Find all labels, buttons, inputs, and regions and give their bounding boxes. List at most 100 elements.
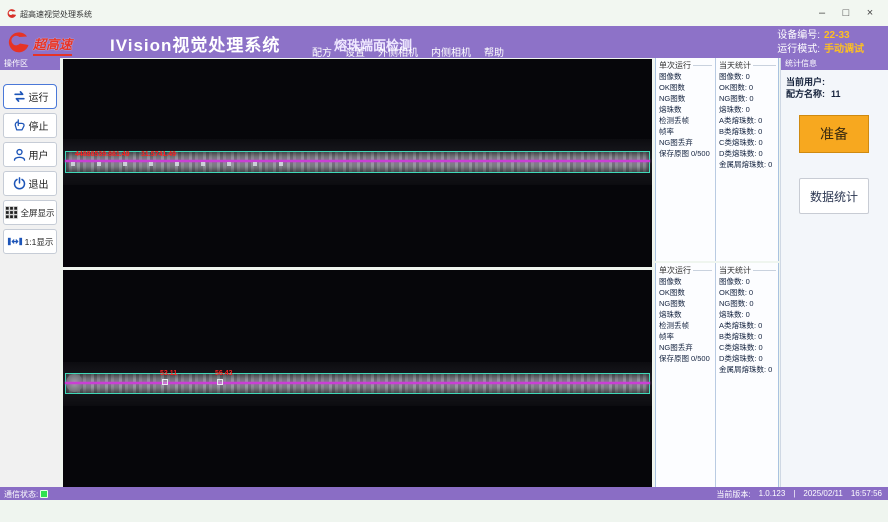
stat-row: OK图数 [656,82,714,93]
device-id-label: 设备编号: [777,30,820,41]
user-icon [12,147,27,162]
stat-row: NG图数:0 [716,93,778,104]
stat-row: A类熔珠数:0 [716,115,778,126]
stat-row: 图像数 [656,71,714,82]
today-column: 当天统计 图像数:0 OK图数:0 NG图数:0 熔珠数:0 A类熔珠数:0 B… [715,58,778,261]
single-run-title: 单次运行 [659,60,691,71]
stat-label: D类熔珠数: [719,148,757,159]
stats-panel-inner: 单次运行 图像数 OK图数 NG图数 熔珠数 检测丢帧 帧率 NG图丢弃 保存原… [655,263,779,487]
stat-row: NG图丢弃 [656,137,714,148]
device-id-value: 22-33 [824,30,850,41]
stat-label: OK图数: [719,82,747,93]
stat-value: 0 [758,116,762,125]
stat-value: 0 [758,127,762,136]
stop-label: 停止 [29,118,49,133]
stop-button[interactable]: 停止 [3,113,57,138]
device-info: 设备编号:22-33 运行模式:手动调试 [777,29,864,57]
stat-value: 0 [758,332,762,341]
run-mode-label: 运行模式: [777,44,820,55]
loop-arrows-icon [12,89,27,104]
version-info: 当前版本: 1.0.123 | 2025/02/11 16:57:56 [716,489,882,500]
stat-row: C类熔珠数:0 [716,137,778,148]
recipe-row: 配方名称:11 [786,87,841,100]
stat-value: 0 [749,94,753,103]
stat-value: 0 [746,105,750,114]
stat-row: NG图丢弃 [656,342,714,353]
stat-row: 熔珠数 [656,104,714,115]
stat-value: 0 [759,354,763,363]
fullscreen-button[interactable]: 全屏显示 [3,200,57,225]
divider [753,65,776,66]
stat-row: 熔珠数:0 [716,104,778,115]
window-controls: – □ × [810,5,882,22]
stat-row: 金属屑熔珠数:0 [716,364,778,375]
single-run-column: 单次运行 图像数 OK图数 NG图数 熔珠数 检测丢帧 帧率 NG图丢弃 保存原… [656,58,714,261]
one-to-one-label: 1:1显示 [25,236,54,248]
tick-markers [71,162,286,166]
save-row: 保存原图0/500 [656,148,714,159]
menu-recipe[interactable]: 配方 [312,44,332,59]
stat-value: 0 [749,288,753,297]
stat-row: NG图数:0 [716,298,778,309]
status-bar: 通信状态: 当前版本: 1.0.123 | 2025/02/11 16:57:5… [0,487,888,500]
stat-value: 0 [768,365,772,374]
stat-row: D类熔珠数:0 [716,148,778,159]
stat-row: NG图数 [656,298,714,309]
save-value: 0/500 [691,149,710,158]
close-button[interactable]: × [858,5,882,22]
run-button[interactable]: 运行 [3,84,57,109]
stat-row: 帧率 [656,331,714,342]
save-row: 保存原图0/500 [656,353,714,364]
app-header: 超高速 IVision视觉处理系统 熔珠端面检测 配方 设置 外侧相机 内侧相机… [0,26,888,58]
stat-value: 0 [746,310,750,319]
exit-button[interactable]: 退出 [3,171,57,196]
app-title: IVision视觉处理系统 [110,31,280,56]
stat-row: B类熔珠数:0 [716,126,778,137]
stat-label: 熔珠数: [719,309,744,320]
brand-swirl-icon [5,30,31,54]
measurement-annotation: 56.43 [215,370,233,377]
operation-sidebar: 操作区 运行 停止 用户 退出 [0,58,60,487]
menu-inner-camera[interactable]: 内侧相机 [431,44,471,59]
current-user-label: 当前用户: [786,77,825,87]
menu-outer-camera[interactable]: 外侧相机 [378,44,418,59]
stat-label: C类熔珠数: [719,137,757,148]
recipe-label: 配方名称: [786,89,825,99]
fullscreen-icon [5,206,18,219]
version-value: 1.0.123 [759,489,786,500]
stat-row: 检测丢帧 [656,320,714,331]
measurement-annotation: 31.5741.49 [141,151,176,158]
stat-value: 0 [758,321,762,330]
sidebar-header: 操作区 [0,58,60,70]
maximize-button[interactable]: □ [834,5,858,22]
save-label: 保存原图 [659,353,689,364]
stat-label: A类熔珠数: [719,320,756,331]
run-label: 运行 [29,89,49,104]
prepare-button[interactable]: 准备 [799,115,869,153]
stat-row: 检测丢帧 [656,115,714,126]
separator: | [793,489,795,500]
one-to-one-button[interactable]: 1:1显示 [3,229,57,254]
divider [753,270,776,271]
user-button[interactable]: 用户 [3,142,57,167]
stat-label: 熔珠数: [719,104,744,115]
data-statistics-button[interactable]: 数据统计 [799,178,869,214]
stat-value: 0 [749,299,753,308]
fullscreen-label: 全屏显示 [20,207,54,219]
hand-stop-icon [12,118,27,133]
menu-help[interactable]: 帮助 [484,44,504,59]
stat-row: 熔珠数:0 [716,309,778,320]
defect-marker [162,379,168,385]
version-label: 当前版本: [716,489,750,500]
stat-label: NG图数: [719,298,747,309]
stat-row: A类熔珠数:0 [716,320,778,331]
minimize-button[interactable]: – [810,5,834,22]
power-icon [12,176,27,191]
app-logo-icon [6,8,17,19]
exit-label: 退出 [29,176,49,191]
stat-value: 0 [759,138,763,147]
save-label: 保存原图 [659,148,689,159]
stat-label: C类熔珠数: [719,342,757,353]
menu-settings[interactable]: 设置 [345,44,365,59]
today-column: 当天统计 图像数:0 OK图数:0 NG图数:0 熔珠数:0 A类熔珠数:0 B… [715,263,778,487]
